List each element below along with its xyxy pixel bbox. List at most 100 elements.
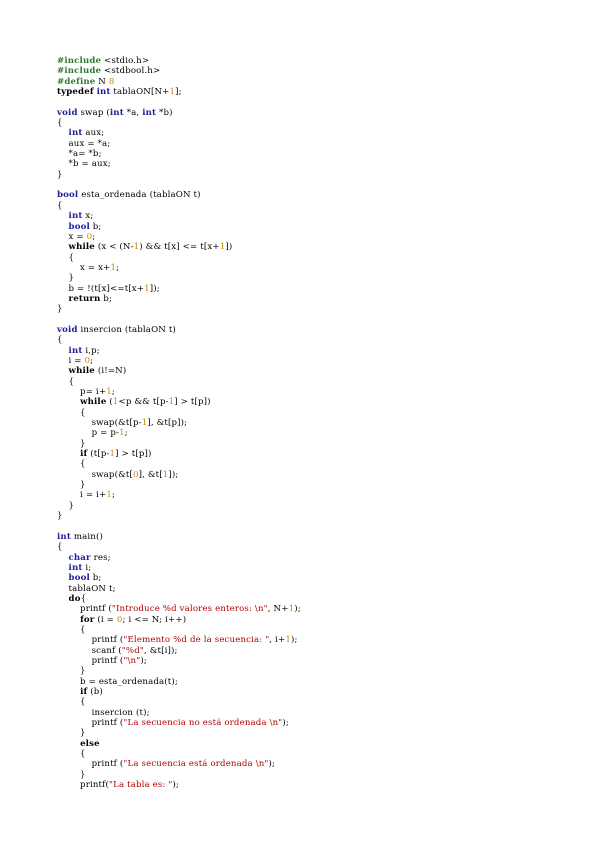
code-token: b;: [89, 221, 102, 232]
code-token: <p && t[p-: [118, 397, 169, 408]
code-line: if (t[p-1] > t[p]): [57, 449, 577, 459]
code-token: ;: [111, 490, 115, 501]
code-token: {: [57, 542, 63, 553]
code-token: }: [57, 304, 63, 315]
code-token: );: [282, 718, 289, 728]
code-token: int: [68, 345, 83, 356]
code-token: swap (: [77, 107, 110, 118]
code-token: (i!=N): [94, 366, 127, 377]
code-token: void: [57, 324, 78, 335]
code-line: b = !(t[x]<=t[x+1]);: [57, 284, 577, 294]
code-token: b;: [100, 293, 113, 304]
code-token: i = i+: [57, 490, 107, 501]
code-line: char res;: [57, 553, 577, 563]
code-token: }: [57, 480, 86, 491]
code-token: x =: [57, 231, 87, 242]
code-token: {: [57, 749, 86, 760]
document-page: #include <stdio.h> #include <stdbool.h> #d…: [0, 0, 599, 848]
code-token: return: [68, 293, 101, 304]
code-line: }: [57, 170, 577, 180]
code-token: , i+: [269, 635, 286, 646]
code-token: i =: [57, 355, 85, 366]
code-line: *b = aux;: [57, 159, 577, 169]
code-token: b = esta_ordenada(t);: [57, 676, 178, 687]
code-line: x = 0;: [57, 232, 577, 242]
code-line: {: [57, 749, 577, 759]
code-token: {: [57, 624, 86, 635]
code-line: x = x+1;: [57, 263, 577, 273]
code-token: printf (: [57, 759, 124, 770]
code-line: printf("La tabla es: ");: [57, 780, 577, 790]
code-token: ];: [175, 87, 182, 98]
code-line: tablaON t;: [57, 584, 577, 594]
code-token: for: [80, 614, 95, 625]
code-line: return b;: [57, 294, 577, 304]
code-token: ] > t[p]): [115, 449, 152, 460]
code-line: printf ("La secuencia no está ordenada \…: [57, 718, 577, 728]
code-token: ;: [92, 231, 96, 242]
code-line: int i,p;: [57, 346, 577, 356]
code-token: tablaON[N+: [110, 87, 170, 98]
code-token: *b = aux;: [57, 159, 111, 170]
code-line: bool b;: [57, 222, 577, 232]
code-line: {: [57, 201, 577, 211]
code-token: p = p-: [57, 428, 120, 439]
code-listing: #include <stdio.h> #include <stdbool.h> #d…: [57, 56, 577, 790]
code-token: x;: [82, 211, 94, 222]
code-token: ;: [124, 428, 128, 439]
code-token: <stdio.h>: [101, 56, 150, 66]
code-line: void insercion (tablaON t): [57, 325, 577, 335]
code-token: *a= *b;: [57, 149, 102, 160]
code-token: {: [57, 376, 75, 387]
code-token: printf (: [57, 635, 124, 646]
code-token: {: [57, 459, 86, 470]
code-line: {: [57, 408, 577, 418]
code-token: bool: [68, 573, 90, 584]
code-token: "%d": [121, 645, 144, 656]
code-line: do{: [57, 594, 577, 604]
code-token: ]): [225, 242, 233, 253]
code-token: "Introduce %d valores enteros: \n": [111, 604, 268, 615]
code-token: int: [96, 87, 111, 98]
code-token: while: [68, 242, 95, 253]
code-token: {: [57, 200, 63, 211]
code-token: {: [57, 407, 86, 418]
code-token: printf (: [57, 604, 112, 615]
code-token: int: [68, 562, 83, 573]
code-token: x = x+: [57, 262, 111, 273]
code-token: do: [68, 593, 81, 604]
code-line: {: [57, 253, 577, 263]
code-token: {: [57, 118, 63, 129]
code-line: }: [57, 304, 577, 314]
code-line: typedef int tablaON[N+1];: [57, 87, 577, 97]
code-token: int: [68, 211, 83, 222]
code-token: insercion (tablaON t): [77, 324, 176, 335]
code-token: while: [80, 397, 107, 408]
code-token: p= i+: [57, 387, 107, 397]
code-token: );: [294, 604, 301, 615]
code-token: main(): [70, 531, 103, 542]
code-line: for (i = 0; i <= N; i++): [57, 615, 577, 625]
code-token: printf(: [57, 780, 109, 791]
code-token: ; i <= N; i++): [122, 614, 187, 625]
code-token: while: [68, 366, 95, 377]
code-line: swap(&t[p-1], &t[p]);: [57, 418, 577, 428]
code-token: void: [57, 107, 78, 118]
code-line: int i;: [57, 563, 577, 573]
code-line: printf ("La secuencia está ordenada \n")…: [57, 759, 577, 769]
code-token: "La secuencia está ordenada \n": [123, 759, 269, 770]
code-token: "La secuencia no está ordenada \n": [123, 718, 283, 728]
code-line: }: [57, 480, 577, 490]
code-line: int main(): [57, 532, 577, 542]
code-token: ]);: [149, 283, 160, 294]
code-token: else: [80, 738, 100, 749]
code-token: res;: [90, 552, 111, 563]
code-line: insercion (t);: [57, 708, 577, 718]
code-token: }: [57, 169, 63, 180]
code-line: }: [57, 511, 577, 521]
code-token: );: [268, 759, 276, 770]
